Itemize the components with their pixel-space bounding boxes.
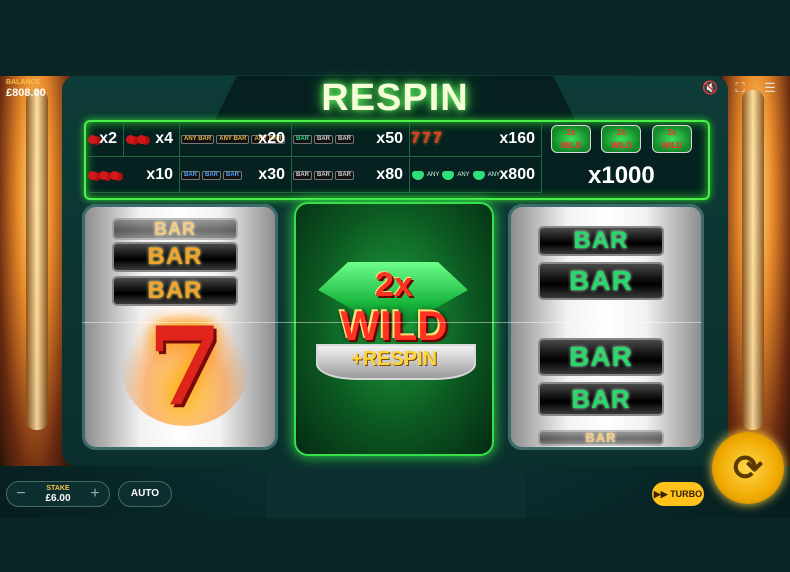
menu-icon[interactable]: ☰ bbox=[762, 80, 778, 96]
bar-icon: BAR bbox=[335, 170, 354, 180]
blue-bar-icon: BAR bbox=[223, 170, 242, 180]
balance-label: BALANCE bbox=[6, 79, 41, 86]
blue-bar-icon: BAR bbox=[181, 170, 200, 180]
payout-value: x160 bbox=[499, 130, 535, 147]
bar-icon: BAR bbox=[293, 134, 312, 144]
bar-symbol: BAR bbox=[538, 382, 664, 416]
gem-icon bbox=[472, 170, 485, 180]
paytable-cell-any-bar: ANY BAR ANY BAR ANY BAR x20 bbox=[180, 122, 292, 157]
bar-icon: BAR bbox=[314, 134, 333, 144]
bar-symbol: BAR bbox=[112, 218, 238, 240]
payout-value: x80 bbox=[376, 166, 403, 183]
fast-forward-icon: ▶▶ bbox=[653, 489, 668, 499]
payout-value: x20 bbox=[258, 130, 285, 147]
seven-icon: 7 bbox=[432, 130, 442, 147]
reel-center: 2x WILD +RESPIN bbox=[294, 202, 494, 456]
payout-value: x4 bbox=[155, 130, 173, 147]
bar-icon: BAR bbox=[293, 170, 312, 180]
any-label: ANY bbox=[457, 172, 470, 178]
turbo-button[interactable]: ▶▶ TURBO bbox=[652, 482, 704, 506]
payout-value: x2 bbox=[99, 130, 117, 147]
paytable-cell-cherry-2b: x4 bbox=[124, 122, 180, 157]
reel-right: BAR BAR BAR BAR BAR bbox=[508, 204, 704, 450]
bar-symbol: BAR bbox=[112, 276, 238, 306]
gem-icon bbox=[412, 170, 424, 180]
payout-value: x50 bbox=[376, 130, 403, 147]
any-label: ANY bbox=[427, 172, 440, 178]
stake-increase-button[interactable]: + bbox=[82, 482, 108, 506]
fullscreen-icon[interactable]: ⛶ bbox=[732, 80, 748, 96]
wild-icon: 2x WILD bbox=[551, 125, 591, 153]
respin-title: RESPIN bbox=[321, 77, 469, 119]
seven-symbol: 7 bbox=[147, 304, 223, 430]
wild-respin-label: +RESPIN bbox=[350, 348, 438, 370]
wild-icon: 2x WILD bbox=[651, 125, 692, 153]
any-bar-icon: ANY BAR bbox=[216, 134, 250, 144]
right-pillar bbox=[742, 90, 764, 430]
any-label: ANY bbox=[487, 172, 501, 178]
bar-symbol: BAR bbox=[112, 242, 238, 272]
payout-value: x800 bbox=[499, 166, 535, 183]
stake-decrease-button[interactable]: − bbox=[8, 482, 34, 506]
cherry-icon bbox=[110, 170, 119, 180]
blue-bar-icon: BAR bbox=[202, 170, 221, 180]
game-screen: RESPIN BALANCE £808.00 🔇 ⛶ ☰ x2 x4 ANY B… bbox=[0, 0, 790, 572]
cherry-icon bbox=[137, 134, 146, 144]
left-pillar bbox=[26, 90, 48, 430]
bottom-panel bbox=[266, 470, 526, 518]
seven-icon: 7 bbox=[411, 130, 420, 147]
bar-symbol: BAR bbox=[538, 338, 664, 376]
bar-symbol: BAR bbox=[538, 226, 664, 256]
wild-multiplier: 2x bbox=[375, 266, 413, 304]
balance-value: £808.00 bbox=[6, 87, 46, 99]
wild-icon: 2x WILD bbox=[601, 125, 642, 153]
cherry-icon bbox=[99, 170, 108, 180]
payline bbox=[82, 322, 702, 323]
turbo-label: TURBO bbox=[670, 489, 703, 499]
spin-icon: ⟳ bbox=[732, 447, 764, 488]
cherry-icon bbox=[88, 170, 97, 180]
mute-icon[interactable]: 🔇 bbox=[702, 80, 718, 96]
paytable-cell-cherry-2: x2 bbox=[86, 122, 124, 157]
bar-symbol: BAR bbox=[538, 262, 664, 300]
paytable-cell-sevens: 7 7 7 x160 bbox=[410, 122, 542, 157]
bar-icon: BAR bbox=[335, 134, 354, 144]
bar-icon: BAR bbox=[314, 170, 333, 180]
paytable-cell-wild: 2x WILD 2x WILD 2x WILD x1000 bbox=[542, 122, 706, 194]
paytable-cell-gems: ANY ANY ANY x800 bbox=[410, 158, 542, 193]
top-bar bbox=[0, 0, 790, 75]
wild-label: WILD bbox=[340, 302, 448, 349]
stake-label: STAKE bbox=[46, 485, 70, 492]
payout-value: x30 bbox=[258, 166, 285, 183]
payout-value: x10 bbox=[146, 166, 173, 183]
any-bar-icon: ANY BAR bbox=[181, 134, 215, 144]
paytable-cell-cherry-3: x10 bbox=[86, 158, 180, 193]
gem-icon bbox=[442, 170, 455, 180]
bottom-bar bbox=[0, 518, 790, 572]
stake-value: £6.00 bbox=[45, 493, 71, 504]
autoplay-button[interactable]: AUTO bbox=[118, 481, 172, 507]
cherry-icon bbox=[88, 134, 97, 144]
wild-payout: x1000 bbox=[588, 162, 655, 189]
paytable-cell-triple-bar: BAR BAR BAR x80 bbox=[292, 158, 410, 193]
seven-icon: 7 bbox=[421, 130, 431, 147]
paytable-cell-blue-bar: BAR BAR BAR x30 bbox=[180, 158, 292, 193]
bar-symbol: BAR bbox=[538, 430, 664, 446]
paytable: x2 x4 ANY BAR ANY BAR ANY BAR x20 BAR BA… bbox=[84, 120, 710, 200]
reel-left: BAR BAR BAR 7 bbox=[82, 204, 278, 450]
cherry-icon bbox=[126, 134, 135, 144]
paytable-cell-mixed-bar: BAR BAR BAR x50 bbox=[292, 122, 410, 157]
